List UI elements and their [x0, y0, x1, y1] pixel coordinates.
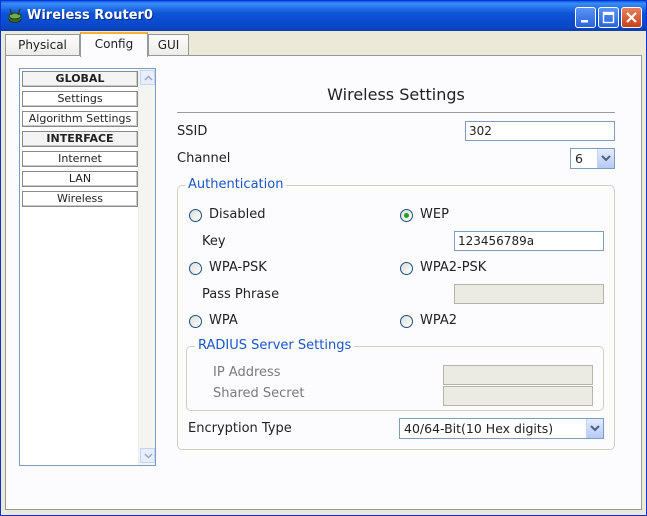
- radio-wpa2-psk-label: WPA2-PSK: [420, 260, 487, 275]
- radio-disabled-label: Disabled: [209, 207, 266, 222]
- page-title: Wireless Settings: [327, 85, 465, 104]
- channel-label: Channel: [177, 151, 231, 166]
- app-window: Wireless Router0 Physical Config GUI GLO…: [0, 0, 647, 516]
- chevron-down-icon: [586, 419, 603, 438]
- scroll-up-button[interactable]: [140, 70, 155, 85]
- sidebar-item-algorithm-settings[interactable]: Algorithm Settings: [22, 111, 138, 127]
- radio-wpa2-label: WPA2: [420, 313, 458, 328]
- channel-select[interactable]: 6: [570, 148, 615, 169]
- ip-address-input[interactable]: [443, 365, 593, 385]
- scroll-down-icon: [144, 453, 153, 459]
- pass-phrase-input[interactable]: [454, 284, 604, 304]
- maximize-button[interactable]: [598, 7, 619, 28]
- title-divider: [177, 112, 615, 113]
- key-label: Key: [202, 234, 226, 249]
- channel-value: 6: [575, 151, 583, 166]
- encryption-type-label: Encryption Type: [188, 421, 292, 436]
- radio-wep-label: WEP: [420, 207, 449, 222]
- radio-disabled[interactable]: [189, 209, 202, 222]
- minimize-button[interactable]: [575, 7, 596, 28]
- radio-wep[interactable]: [400, 209, 413, 222]
- radio-wpa-psk[interactable]: [189, 262, 202, 275]
- tab-physical[interactable]: Physical: [5, 34, 80, 56]
- sidebar-header-interface[interactable]: INTERFACE: [22, 131, 138, 147]
- sidebar-item-internet[interactable]: Internet: [22, 151, 138, 167]
- sidebar-header-global[interactable]: GLOBAL: [22, 71, 138, 87]
- shared-secret-label: Shared Secret: [213, 386, 305, 401]
- sidebar: GLOBAL Settings Algorithm Settings INTER…: [19, 68, 156, 466]
- chevron-down-icon: [597, 149, 614, 168]
- sidebar-item-settings[interactable]: Settings: [22, 91, 138, 107]
- radio-wpa2-psk[interactable]: [400, 262, 413, 275]
- radio-wpa2[interactable]: [400, 315, 413, 328]
- scroll-up-icon: [144, 75, 153, 81]
- encryption-type-value: 40/64-Bit(10 Hex digits): [404, 421, 554, 436]
- window-title: Wireless Router0: [27, 8, 153, 23]
- config-panel: GLOBAL Settings Algorithm Settings INTER…: [5, 55, 642, 510]
- ssid-label: SSID: [177, 124, 208, 139]
- tab-config[interactable]: Config: [80, 32, 148, 57]
- radius-legend: RADIUS Server Settings: [195, 338, 355, 353]
- radio-wpa-label: WPA: [209, 313, 238, 328]
- shared-secret-input[interactable]: [443, 386, 593, 406]
- pass-phrase-label: Pass Phrase: [202, 287, 280, 302]
- sidebar-item-wireless[interactable]: Wireless: [22, 191, 138, 207]
- radio-selected-dot: [404, 213, 409, 218]
- encryption-type-select[interactable]: 40/64-Bit(10 Hex digits): [399, 418, 604, 439]
- sidebar-scrollbar[interactable]: [138, 69, 155, 465]
- title-bar[interactable]: Wireless Router0: [1, 1, 646, 31]
- radio-wpa[interactable]: [189, 315, 202, 328]
- sidebar-item-lan[interactable]: LAN: [22, 171, 138, 187]
- router-icon: [7, 8, 23, 24]
- tab-gui[interactable]: GUI: [148, 34, 189, 56]
- close-icon: [626, 12, 637, 23]
- scroll-down-button[interactable]: [140, 448, 155, 463]
- maximize-icon: [602, 11, 615, 24]
- radio-wpa-psk-label: WPA-PSK: [209, 260, 267, 275]
- ssid-input[interactable]: 302: [465, 121, 615, 141]
- key-input[interactable]: 123456789a: [454, 231, 604, 251]
- authentication-legend: Authentication: [185, 177, 287, 192]
- minimize-icon: [581, 20, 588, 23]
- ip-address-label: IP Address: [213, 365, 281, 380]
- close-button[interactable]: [621, 7, 642, 28]
